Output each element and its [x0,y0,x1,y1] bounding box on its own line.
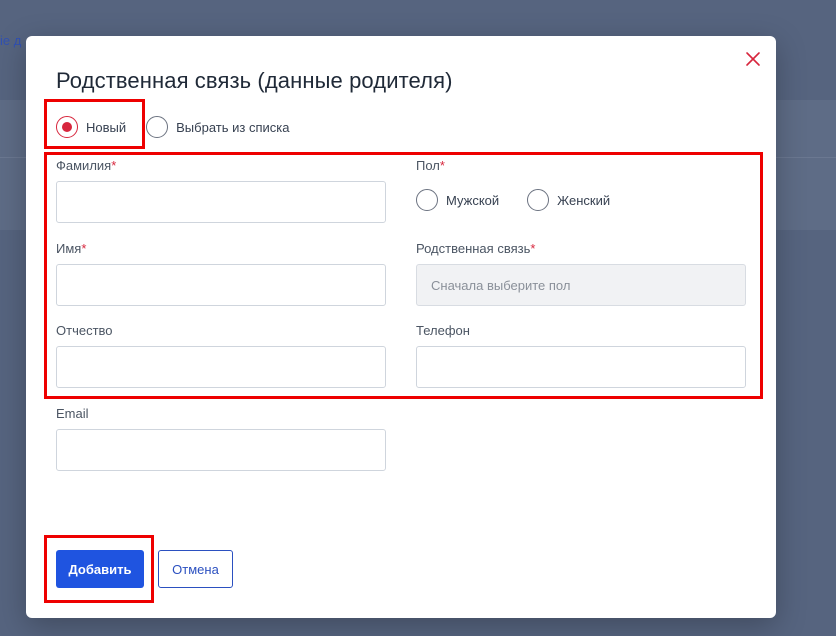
patronymic-input[interactable] [56,346,386,388]
email-label: Email [56,406,89,421]
first-name-input[interactable] [56,264,386,306]
radio-new-label: Новый [86,119,127,135]
radio-female-circle[interactable] [527,189,550,211]
relation-field: Родственная связь* [416,241,746,306]
phone-field: Телефон [416,323,746,388]
last-name-label: Фамилия* [56,158,117,173]
radio-female-label: Женский [557,192,611,208]
close-icon [746,52,760,66]
radio-male-label: Мужской [446,192,500,208]
last-name-input[interactable] [56,181,386,223]
close-button[interactable] [744,50,762,68]
first-name-label: Имя* [56,241,87,256]
phone-input[interactable] [416,346,746,388]
email-input[interactable] [56,429,386,471]
cancel-button[interactable]: Отмена [158,550,233,588]
patronymic-label: Отчество [56,323,113,338]
radio-male[interactable]: Мужской [416,189,499,211]
radio-select-from-list-label: Выбрать из списка [176,119,290,135]
radio-select-from-list[interactable]: Выбрать из списка [146,116,289,138]
add-button[interactable]: Добавить [56,550,144,588]
relation-select[interactable] [416,264,746,306]
radio-new-circle[interactable] [56,116,78,138]
relation-label: Родственная связь* [416,241,536,256]
radio-select-from-list-circle[interactable] [146,116,169,138]
radio-selected-dot [62,122,72,132]
gender-radio-group: Мужской Женский [416,189,610,211]
email-field: Email [56,406,386,471]
last-name-field: Фамилия* [56,158,386,223]
patronymic-field: Отчество [56,323,386,388]
modal-title: Родственная связь (данные родителя) [56,68,453,93]
radio-female[interactable]: Женский [527,189,610,211]
phone-label: Телефон [416,323,470,338]
gender-label: Пол* [416,158,445,173]
background-link: ie д [0,33,22,48]
source-radio-group: Новый Выбрать из списка [56,116,289,138]
parent-relation-modal: Родственная связь (данные родителя) Новы… [26,36,776,618]
radio-male-circle[interactable] [416,189,438,211]
radio-new[interactable]: Новый [56,116,126,138]
first-name-field: Имя* [56,241,386,306]
gender-field: Пол* [416,158,746,174]
